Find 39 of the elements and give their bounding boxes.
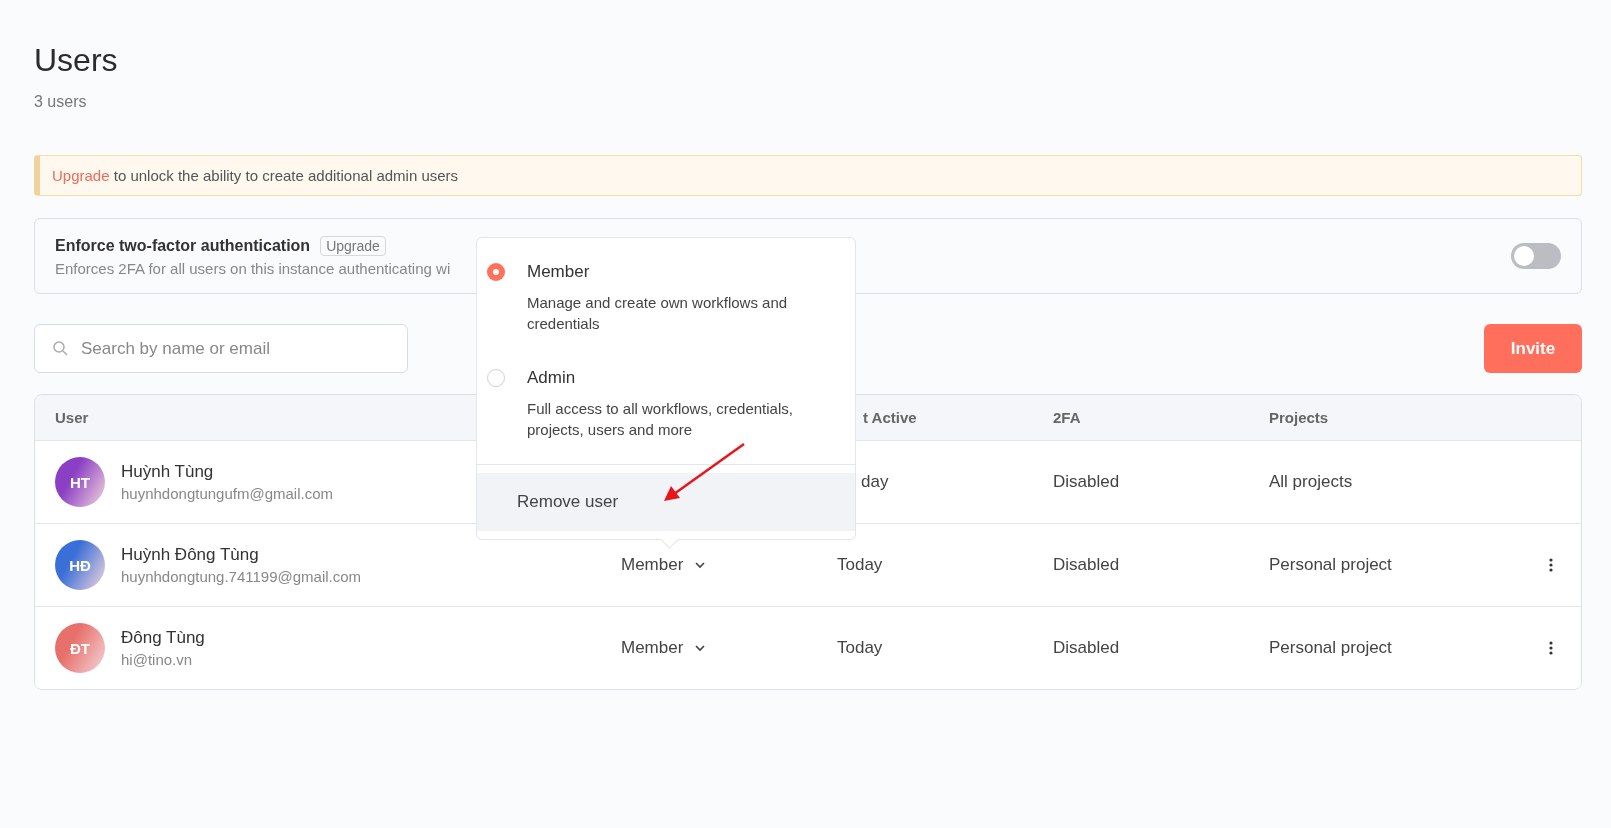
role-option[interactable]: Member bbox=[527, 262, 835, 282]
user-avatar: HT bbox=[55, 457, 105, 507]
page-title: Users bbox=[34, 42, 119, 79]
table-cell: All projects bbox=[1269, 472, 1353, 492]
column-header: Projects bbox=[1269, 409, 1329, 426]
role-description: Full access to all workflows, credentials, projects, users and more bbox=[527, 399, 794, 440]
table-cell: day bbox=[861, 472, 889, 492]
table-cell: Personal project bbox=[1269, 638, 1392, 658]
user-name: Huỳnh Tùng bbox=[121, 462, 215, 482]
role-description: Manage and create own workflows and credentials bbox=[527, 293, 789, 334]
upgrade-notice: Upgrade to unlock the ability to create additional admin users bbox=[52, 167, 459, 184]
table-cell: Disabled bbox=[1053, 638, 1120, 658]
table-cell: Disabled bbox=[1053, 555, 1120, 575]
user-name: Đông Tùng bbox=[121, 628, 205, 648]
radio-button[interactable] bbox=[487, 263, 505, 281]
user-email: huynhdongtung.741199@gmail.com bbox=[121, 568, 362, 585]
upgrade-badge: Upgrade bbox=[320, 235, 386, 256]
column-header: User bbox=[55, 409, 89, 426]
table-cell: Personal project bbox=[1269, 555, 1392, 575]
user-avatar: HĐ bbox=[55, 540, 105, 590]
role-dropdown[interactable]: Member bbox=[621, 638, 708, 658]
column-header: t Active bbox=[863, 409, 917, 426]
role-dropdown[interactable]: Member bbox=[621, 555, 708, 575]
table-cell: Today bbox=[837, 638, 883, 658]
table-cell: Disabled bbox=[1053, 472, 1120, 492]
user-name: Huỳnh Đông Tùng bbox=[121, 545, 260, 565]
two-factor-toggle[interactable] bbox=[1511, 243, 1561, 269]
remove-user-item[interactable]: Remove user bbox=[477, 473, 855, 531]
user-avatar: ĐT bbox=[55, 623, 105, 673]
two-factor-description: Enforces 2FA for all users on this instance authenticating wi bbox=[55, 259, 451, 277]
role-option[interactable]: Admin bbox=[527, 368, 835, 388]
two-factor-title: Enforce two-factor authentication bbox=[55, 236, 311, 255]
user-count: 3 users bbox=[34, 93, 88, 111]
radio-button[interactable] bbox=[487, 369, 505, 387]
user-email: huynhdongtungufm@gmail.com bbox=[121, 485, 333, 502]
search-field[interactable]: Search by name or email bbox=[34, 324, 408, 373]
user-email: hi@tino.vn bbox=[121, 651, 194, 668]
column-header: 2FA bbox=[1053, 409, 1081, 426]
table-cell: Today bbox=[837, 555, 883, 575]
